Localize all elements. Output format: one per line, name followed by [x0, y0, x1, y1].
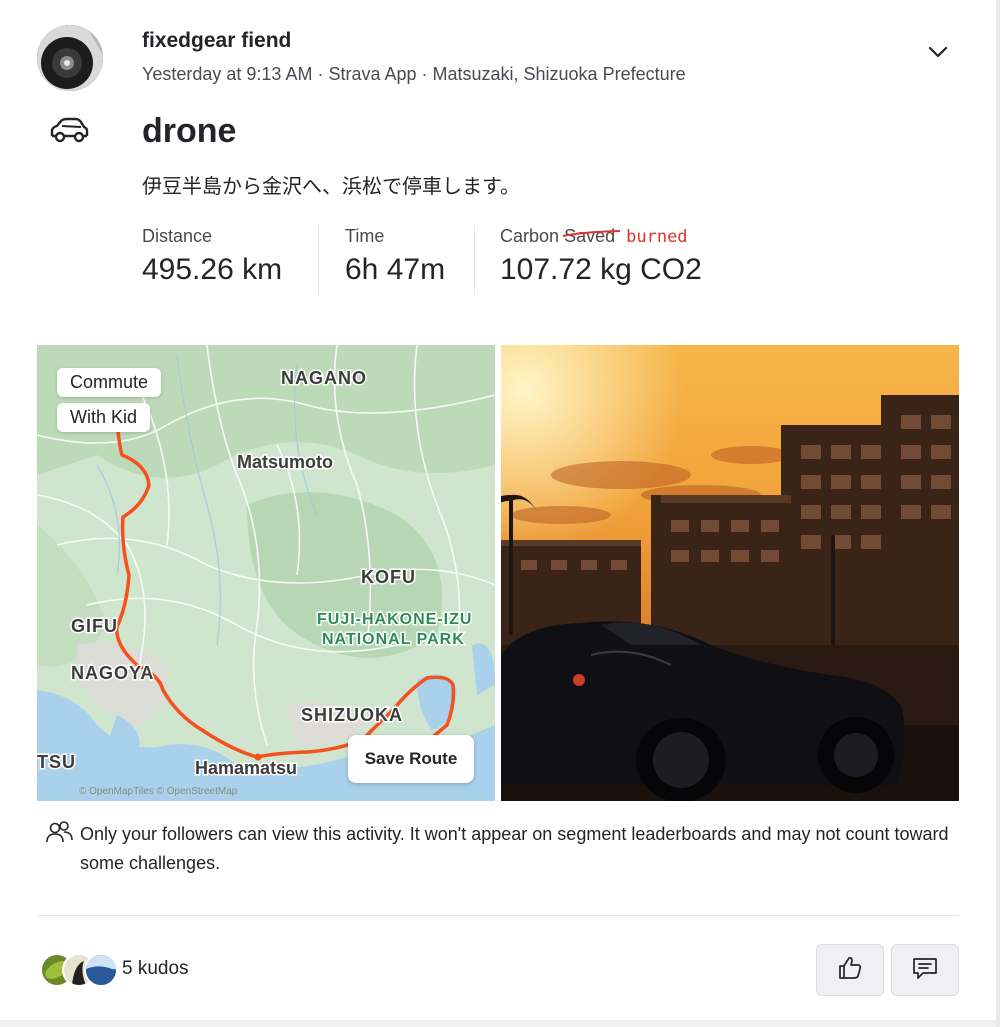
kudo-button[interactable]	[816, 944, 884, 996]
privacy-notice: Only your followers can view this activi…	[80, 824, 949, 873]
map-label-nagano: NAGANO	[281, 368, 367, 388]
save-route-button[interactable]: Save Route	[348, 735, 474, 783]
activity-card: fixedgear fiend Yesterday at 9:13 AM · S…	[0, 0, 996, 1020]
stat-value: 6h 47m	[345, 253, 446, 286]
map-attribution: © OpenMapTiles © OpenStreetMap	[79, 786, 238, 797]
stat-label: Time	[345, 226, 385, 246]
stat-value: 107.72 kg CO2	[500, 253, 702, 286]
map-label-kofu: KOFU	[361, 567, 416, 587]
athlete-avatar[interactable]	[37, 25, 103, 91]
struck-label: Saved	[562, 226, 621, 246]
tag-with-kid: With Kid	[57, 403, 151, 432]
stat-distance: Distance 495.26 km	[142, 226, 282, 287]
activity-title[interactable]: drone	[142, 112, 236, 151]
map-label-tsu: TSU	[37, 752, 76, 772]
activity-photo[interactable]	[501, 345, 959, 801]
stat-divider	[318, 226, 319, 294]
kudos-count[interactable]: 5 kudos	[122, 958, 189, 980]
kudos-avatars[interactable]	[40, 953, 120, 987]
map-label-shizuoka: SHIZUOKA	[301, 705, 403, 725]
comment-button[interactable]	[891, 944, 959, 996]
activity-description: 伊豆半島から金沢へ、浜松で停車します。	[142, 176, 520, 198]
scrollbar[interactable]	[996, 0, 1000, 1027]
map-label-park-line2: NATIONAL PARK	[322, 631, 465, 648]
stat-divider	[474, 226, 475, 294]
map-label-hamamatsu: Hamamatsu	[195, 758, 297, 778]
stat-label: Carbon Saved burned	[500, 226, 702, 247]
chevron-down-icon[interactable]	[924, 38, 952, 66]
map-label-gifu: GIFU	[71, 616, 118, 636]
activity-meta: Yesterday at 9:13 AM · Strava App · Mats…	[142, 64, 686, 84]
divider	[37, 915, 959, 916]
stat-time: Time 6h 47m	[345, 226, 445, 287]
map-label-matsumoto: Matsumoto	[237, 452, 333, 472]
thumbs-up-icon	[836, 954, 864, 987]
map-label-park-line1: FUJI-HAKONE-IZU	[317, 611, 472, 628]
car-icon	[48, 116, 90, 146]
stat-value: 495.26 km	[142, 253, 283, 286]
stat-label-prefix: Carbon	[500, 226, 560, 246]
stat-label: Distance	[142, 226, 213, 246]
avatar[interactable]	[84, 953, 118, 987]
athlete-name[interactable]: fixedgear fiend	[142, 29, 291, 53]
map-label-nagoya: NAGOYA	[71, 663, 154, 683]
comment-icon	[911, 954, 939, 987]
tag-commute: Commute	[57, 368, 162, 397]
people-icon	[46, 820, 74, 844]
annotation-burned: burned	[626, 227, 688, 247]
stat-carbon: Carbon Saved burned 107.72 kg CO2	[500, 226, 702, 287]
